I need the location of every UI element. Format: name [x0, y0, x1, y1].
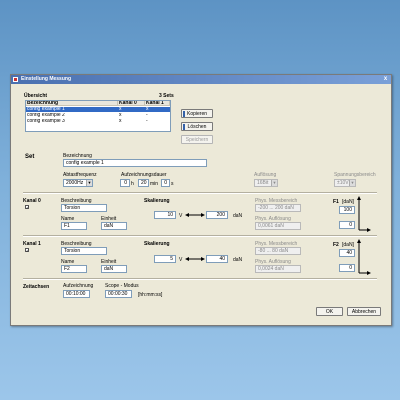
channel1-axis-icon — [357, 239, 371, 275]
channel1-scale-out-unit: daN — [233, 257, 243, 263]
sets-count: 3 Sets — [159, 93, 174, 99]
table-row[interactable]: config example 3 x - — [26, 119, 170, 124]
channel0-axis-label: F1 — [333, 199, 339, 205]
resolution-label: Auflösung — [254, 172, 277, 178]
duration-hours-unit: h — [131, 181, 134, 187]
voltage-range-select[interactable]: ±10V ▼ — [334, 179, 356, 187]
channel0-heading: Kanal 0 — [23, 198, 41, 204]
duration-seconds-input[interactable]: 0 — [161, 179, 170, 187]
scope-mode-label: Scope - Modus — [105, 283, 139, 289]
cancel-button[interactable]: Abbrechen — [347, 307, 381, 316]
app-icon — [13, 77, 18, 82]
sample-rate-label: Abtastfrequenz — [63, 172, 97, 178]
chevron-down-icon: ▼ — [349, 180, 355, 186]
channel1-axis-max-input[interactable]: 40 — [339, 249, 355, 257]
channel1-phys-res-value: 0,0024 daN — [255, 265, 301, 273]
row-channel0: x — [119, 119, 122, 124]
channel1-checkbox[interactable]: ✓ — [25, 248, 29, 253]
timing-heading: Zeitachsen — [23, 284, 50, 290]
table-row[interactable]: config example 1 x x — [26, 107, 170, 112]
bidirectional-arrow-icon — [185, 213, 205, 217]
resolution-select[interactable]: 16Bit ▼ — [254, 179, 278, 187]
row-name: config example 2 — [27, 113, 65, 118]
copy-button[interactable]: Kopieren — [181, 109, 213, 118]
channel0-axis-max-input[interactable]: 100 — [339, 206, 355, 214]
window-title: Einstellung Messung — [21, 76, 72, 82]
channel1-axis-label: F2 — [333, 242, 339, 248]
column-header-channel0[interactable]: Kanal 0 — [118, 101, 145, 106]
ok-button[interactable]: OK — [316, 307, 343, 316]
bidirectional-arrow-icon — [185, 257, 205, 261]
scope-time-format: [hh:mm:ss] — [138, 292, 163, 298]
channel1-axis-unit: [daN] — [342, 242, 354, 248]
duration-minutes-unit: min — [150, 181, 159, 187]
duration-seconds-unit: s — [171, 181, 174, 187]
row-channel1: - — [146, 119, 148, 124]
delete-label: Löschen — [187, 124, 207, 130]
channel0-scale-label: Skalierung — [144, 198, 170, 204]
channel0-scale-in-unit: V — [179, 213, 183, 219]
row-name: config example 1 — [27, 107, 65, 112]
channel0-desc-input[interactable]: Torsion — [61, 204, 107, 212]
channel0-scale-in-input[interactable]: 10 — [154, 211, 176, 219]
set-heading: Set — [25, 154, 35, 160]
channel0-scale-out-input[interactable]: 200 — [206, 211, 228, 219]
scope-mode-input[interactable]: 00:00:30 — [105, 290, 132, 298]
channel1-heading: Kanal 1 — [23, 241, 41, 247]
channel1-scale-label: Skalierung — [144, 241, 170, 247]
table-row[interactable]: config example 2 x - — [26, 113, 170, 118]
delete-button[interactable]: Löschen — [181, 122, 213, 131]
resolution-value: 16Bit — [257, 180, 269, 186]
divider — [23, 235, 377, 237]
row-channel0: x — [119, 113, 122, 118]
divider — [23, 192, 377, 194]
voltage-range-value: ±10V — [337, 180, 349, 186]
channel0-axis-min-input[interactable]: 0 — [339, 221, 355, 229]
sample-rate-select[interactable]: 2000Hz ▼ — [63, 179, 93, 187]
row-channel1: - — [146, 113, 148, 118]
row-name: config example 3 — [27, 119, 65, 124]
set-name-input[interactable]: config example 1 — [63, 159, 207, 167]
channel0-scale-out-unit: daN — [233, 213, 243, 219]
channel0-phys-res-value: 0,0061 daN — [255, 222, 301, 230]
button-accent — [183, 111, 185, 117]
channel1-scale-out-input[interactable]: 40 — [206, 255, 228, 263]
chevron-down-icon: ▼ — [86, 180, 92, 186]
overview-title: Übersicht — [24, 93, 48, 99]
settings-window: Einstellung Messung x Übersicht 3 Sets B… — [10, 74, 392, 326]
channel0-phys-range-value: -200 ... 200 daN — [255, 204, 301, 212]
duration-hours-input[interactable]: 0 — [120, 179, 130, 187]
recording-time-label: Aufzeichnung — [63, 283, 94, 289]
button-accent — [183, 124, 185, 130]
channel1-desc-input[interactable]: Torsion — [61, 247, 107, 255]
channel1-axis-min-input[interactable]: 0 — [339, 264, 355, 272]
chevron-down-icon: ▼ — [271, 180, 277, 186]
channel1-phys-range-value: -80 ... 80 daN — [255, 247, 301, 255]
channel0-unit-input[interactable]: daN — [101, 222, 127, 230]
save-button[interactable]: Speichern — [181, 135, 213, 144]
voltage-range-label: Spannungsbereich — [334, 172, 376, 178]
title-bar: Einstellung Messung x — [11, 75, 391, 84]
channel1-unit-input[interactable]: daN — [101, 265, 127, 273]
channel1-name-input[interactable]: F2 — [61, 265, 87, 273]
duration-minutes-input[interactable]: 20 — [138, 179, 149, 187]
row-channel1: x — [146, 107, 149, 112]
channel0-axis-icon — [357, 196, 371, 232]
divider — [23, 278, 377, 280]
row-channel0: x — [119, 107, 122, 112]
column-header-name[interactable]: Bezeichnung — [26, 101, 118, 106]
close-icon[interactable]: x — [382, 76, 389, 83]
sample-rate-value: 2000Hz — [66, 180, 84, 186]
channel1-scale-in-unit: V — [179, 257, 183, 263]
copy-label: Kopieren — [186, 111, 207, 117]
channel0-checkbox[interactable]: ✓ — [25, 205, 29, 210]
column-header-channel1[interactable]: Kanal 1 — [145, 101, 170, 106]
recording-time-input[interactable]: 00:10:00 — [63, 290, 90, 298]
channel1-scale-in-input[interactable]: 5 — [154, 255, 176, 263]
sets-table[interactable]: Bezeichnung Kanal 0 Kanal 1 config examp… — [25, 100, 171, 132]
duration-label: Aufzeichnungsdauer — [121, 172, 167, 178]
channel0-axis-unit: [daN] — [342, 199, 354, 205]
channel0-name-input[interactable]: F1 — [61, 222, 87, 230]
